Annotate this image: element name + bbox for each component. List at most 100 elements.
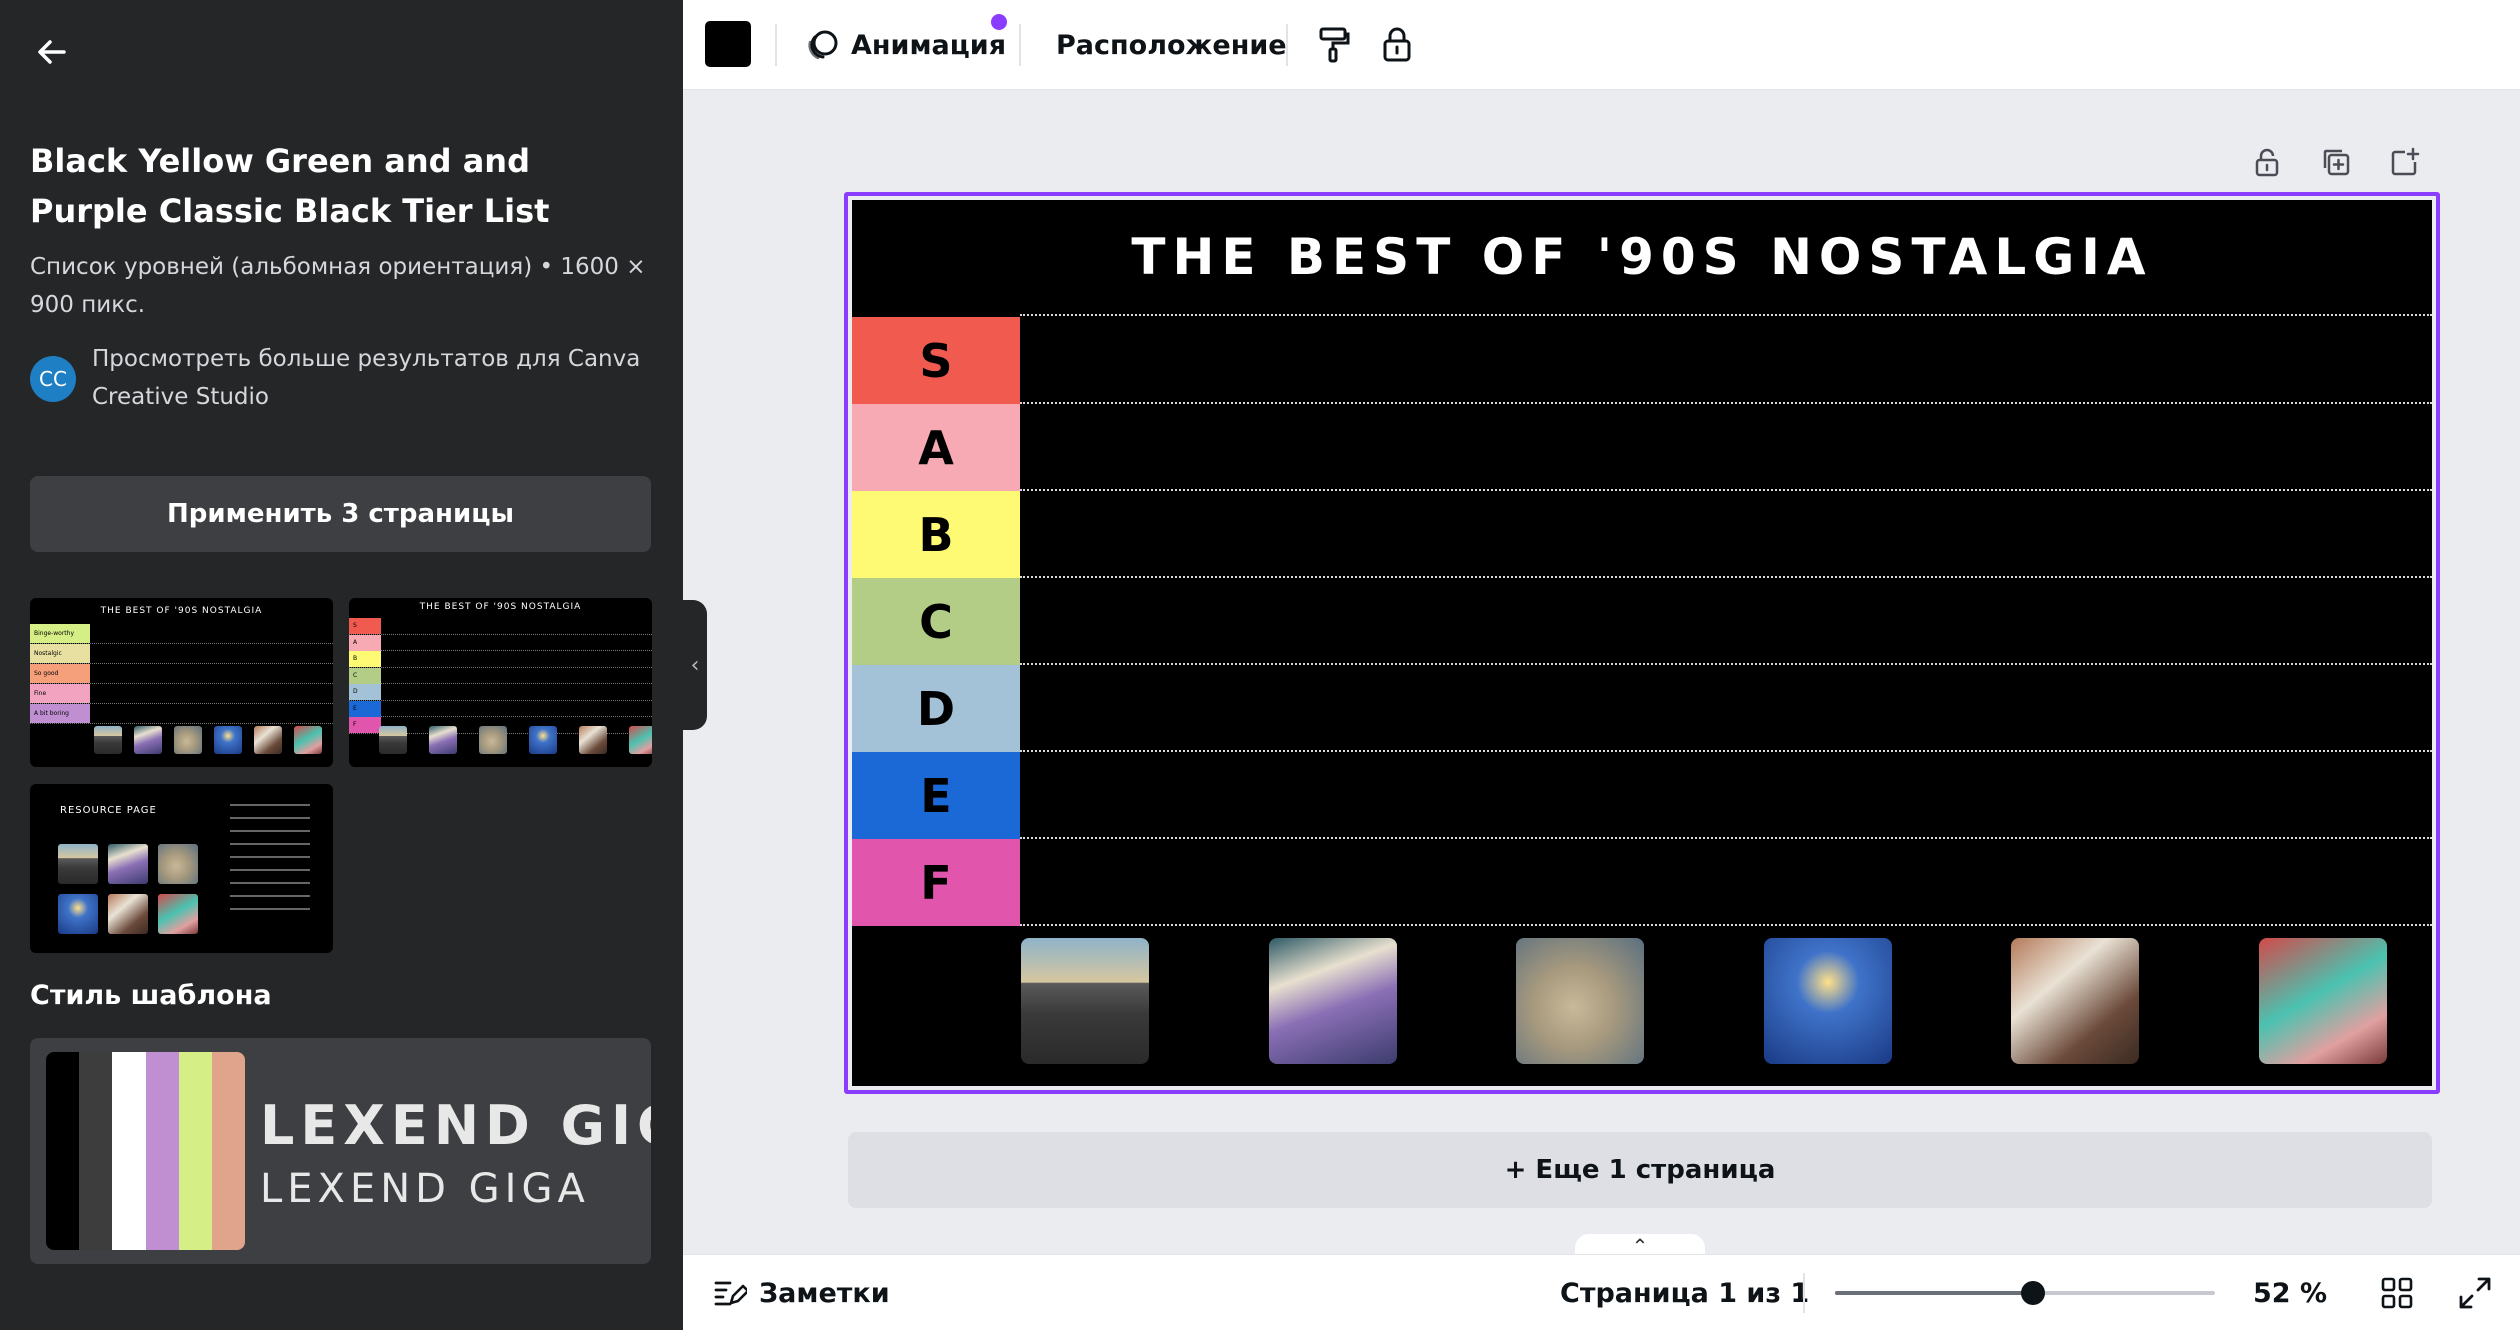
thumbnail-tier-label: A bbox=[349, 634, 381, 651]
thumbnail-text-line bbox=[230, 856, 310, 858]
thumbnail-tier-label: B bbox=[349, 651, 381, 667]
apply-pages-button[interactable]: Применить 3 страницы bbox=[30, 476, 651, 552]
handheld-console-thumbnail-image bbox=[294, 726, 322, 754]
thumbnail-tier-label: Binge-worthy bbox=[30, 624, 90, 643]
template-panel: Black Yellow Green and and Purple Classi… bbox=[0, 0, 683, 1330]
color-palette bbox=[46, 1052, 245, 1250]
palette-swatch bbox=[112, 1052, 146, 1250]
boombox-thumbnail-image bbox=[379, 726, 407, 754]
thumbnail-tier-label: A bit boring bbox=[30, 704, 90, 723]
thumbnail-tier-row: So good bbox=[30, 664, 333, 684]
animation-button[interactable]: Анимация bbox=[803, 20, 1006, 70]
tier-label-a[interactable]: A bbox=[852, 404, 1020, 491]
palette-swatch bbox=[79, 1052, 113, 1250]
tier-divider bbox=[1020, 314, 2432, 316]
creator-avatar: CC bbox=[30, 356, 76, 402]
template-style-label: Стиль шаблона bbox=[30, 980, 272, 1011]
font-preview-primary: LEXEND GIGA bbox=[260, 1094, 651, 1157]
lock-page-icon[interactable] bbox=[2245, 140, 2289, 184]
position-button[interactable]: Расположение bbox=[1056, 20, 1287, 70]
boombox-thumbnail-image bbox=[94, 726, 122, 754]
thumbnail-tier-row: S bbox=[349, 618, 652, 635]
thumbnail-tier-label: E bbox=[349, 700, 381, 717]
zoom-slider[interactable] bbox=[1835, 1281, 2215, 1305]
back-arrow-icon[interactable] bbox=[30, 30, 74, 74]
floppy-disks-thumbnail-image bbox=[108, 844, 148, 884]
tier-label-e[interactable]: E bbox=[852, 752, 1020, 839]
tier-row-b[interactable]: B bbox=[852, 491, 2432, 578]
animation-icon bbox=[808, 30, 838, 60]
new-feature-dot bbox=[991, 14, 1007, 30]
collapse-panel-button[interactable]: ‹ bbox=[683, 600, 707, 730]
color-picker-swatch[interactable] bbox=[705, 21, 751, 67]
polaroid-photos-thumbnail-image bbox=[579, 726, 607, 754]
arcade-cabinet-thumbnail-image bbox=[58, 894, 98, 934]
duplicate-page-icon[interactable] bbox=[2314, 140, 2358, 184]
tier-label-c[interactable]: C bbox=[852, 578, 1020, 665]
thumbnail-tier-label: F bbox=[349, 717, 381, 733]
tier-label-s[interactable]: S bbox=[852, 317, 1020, 404]
handheld-console-thumbnail-image bbox=[158, 894, 198, 934]
thumbnail-tier-row: B bbox=[349, 651, 652, 668]
tier-label-f[interactable]: F bbox=[852, 839, 1020, 926]
zoom-percentage[interactable]: 52 % bbox=[2253, 1273, 2327, 1313]
zoom-slider-fill bbox=[1835, 1291, 2033, 1295]
thumbnail-tier-label: Nostalgic bbox=[30, 644, 90, 663]
handheld-console-thumbnail-image bbox=[629, 726, 652, 754]
tier-row-s[interactable]: S bbox=[852, 317, 2432, 404]
bottom-bar: Заметки Страница 1 из 1 52 % bbox=[683, 1254, 2520, 1330]
thumbnail-text-line bbox=[230, 804, 310, 806]
palette-swatch bbox=[211, 1052, 245, 1250]
thumbnail-tier-row: A bbox=[349, 634, 652, 651]
design-page-selected[interactable]: THE BEST OF '90S NOSTALGIA SABCDEF bbox=[844, 192, 2440, 1094]
tier-row-d[interactable]: D bbox=[852, 665, 2432, 752]
thumbnail-tier-row: D bbox=[349, 684, 652, 701]
thumbnail-tier-row: Fine bbox=[30, 684, 333, 704]
grid-view-icon[interactable] bbox=[2375, 1271, 2419, 1315]
thumbnail-text-line bbox=[230, 843, 310, 845]
template-style-card[interactable]: LEXEND GIGA LEXEND GIGA bbox=[30, 1038, 651, 1264]
template-title: Black Yellow Green and and Purple Classi… bbox=[30, 142, 550, 230]
boombox-image[interactable] bbox=[1021, 938, 1149, 1064]
editor-toolbar: Анимация Расположение bbox=[683, 0, 2520, 90]
tier-list-slide[interactable]: THE BEST OF '90S NOSTALGIA SABCDEF bbox=[852, 200, 2432, 1086]
thumbnail-tier-row: E bbox=[349, 700, 652, 717]
game-controller-image[interactable] bbox=[1516, 938, 1644, 1064]
slide-title[interactable]: THE BEST OF '90S NOSTALGIA bbox=[852, 228, 2432, 286]
thumbnail-tier-label: D bbox=[349, 684, 381, 700]
arcade-cabinet-image[interactable] bbox=[1763, 938, 1892, 1064]
creator-link[interactable]: Просмотреть больше результатов для Canva… bbox=[92, 340, 652, 416]
tier-divider bbox=[1020, 924, 2432, 926]
page-thumbnail-3[interactable]: RESOURCE PAGE bbox=[30, 784, 333, 953]
add-page-icon[interactable] bbox=[2382, 140, 2426, 184]
zoom-slider-handle[interactable] bbox=[2021, 1281, 2045, 1305]
polaroid-photos-thumbnail-image bbox=[108, 894, 148, 934]
palette-swatch bbox=[178, 1052, 212, 1250]
fullscreen-icon[interactable] bbox=[2453, 1271, 2497, 1315]
toolbar-divider bbox=[1019, 24, 1021, 66]
game-controller-thumbnail-image bbox=[479, 726, 507, 754]
creator-row: CC Просмотреть больше результатов для Ca… bbox=[30, 340, 650, 420]
tier-row-e[interactable]: E bbox=[852, 752, 2432, 839]
thumbnail-tier-row: C bbox=[349, 667, 652, 684]
handheld-console-image[interactable] bbox=[2258, 938, 2387, 1064]
tier-row-c[interactable]: C bbox=[852, 578, 2432, 665]
lock-icon[interactable] bbox=[1373, 20, 1421, 68]
animation-label: Анимация bbox=[851, 29, 1007, 61]
polaroid-photos-image[interactable] bbox=[2011, 938, 2139, 1064]
tier-row-f[interactable]: F bbox=[852, 839, 2432, 926]
font-preview-secondary: LEXEND GIGA bbox=[260, 1166, 590, 1212]
tier-row-a[interactable]: A bbox=[852, 404, 2432, 491]
thumbnail-text-line bbox=[230, 882, 310, 884]
toolbar-divider bbox=[1286, 24, 1288, 66]
more-pages-button[interactable]: + Еще 1 страница bbox=[848, 1132, 2432, 1208]
tier-label-b[interactable]: B bbox=[852, 491, 1020, 578]
paint-roller-icon[interactable] bbox=[1309, 20, 1357, 68]
page-thumbnail-1[interactable]: THE BEST OF '90S NOSTALGIA Binge-worthy N… bbox=[30, 598, 333, 767]
thumbnail-text-line bbox=[230, 908, 310, 910]
notes-button[interactable]: Заметки bbox=[711, 1273, 890, 1313]
page-indicator[interactable]: Страница 1 из 1 bbox=[1560, 1273, 1809, 1313]
tier-label-d[interactable]: D bbox=[852, 665, 1020, 752]
floppy-disks-image[interactable] bbox=[1268, 938, 1397, 1064]
page-thumbnail-2[interactable]: THE BEST OF '90S NOSTALGIA SABCDEF bbox=[349, 598, 652, 767]
